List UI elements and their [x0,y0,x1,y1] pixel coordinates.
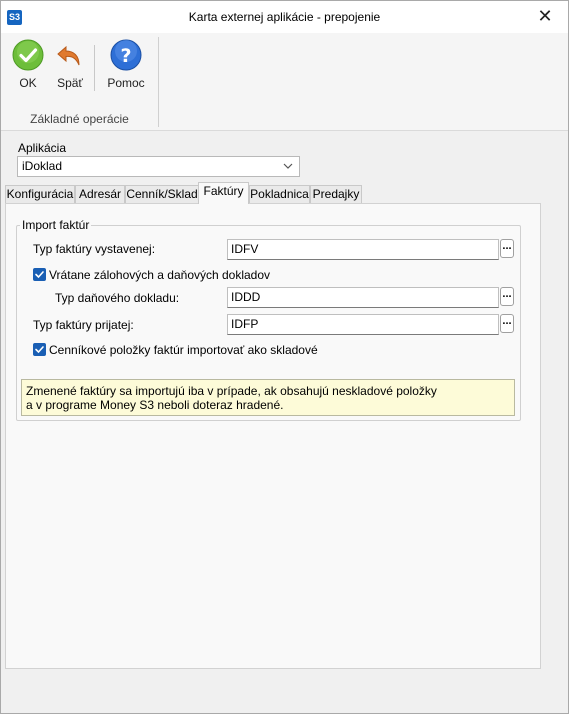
tax-document-type-field[interactable]: IDDD [227,287,499,308]
received-invoice-type-field[interactable]: IDFP [227,314,499,335]
tab-faktury[interactable]: Faktúry [198,182,249,204]
dialog-window: S3 Karta externej aplikácie - prepojenie… [0,0,569,714]
issued-invoice-type-browse-button[interactable]: ... [500,239,514,258]
info-note-line-2: a v programe Money S3 neboli doteraz hra… [26,398,284,412]
ok-label: OK [19,76,37,90]
received-invoice-type-browse-button[interactable]: ... [500,314,514,333]
include-advance-checkbox[interactable] [33,268,46,281]
info-note: Zmenené faktúry sa importujú iba v prípa… [21,379,515,416]
title-bar: S3 Karta externej aplikácie - prepojenie… [1,1,568,33]
help-question-icon: ? [110,39,142,71]
stock-items-checkbox[interactable] [33,343,46,356]
tax-document-type-label: Typ daňového dokladu: [55,291,180,305]
received-invoice-type-label: Typ faktúry prijatej: [33,318,134,332]
application-select[interactable]: iDoklad [17,156,300,177]
undo-arrow-icon [54,39,86,71]
back-label: Späť [57,76,83,90]
import-faktur-legend: Import faktúr [20,218,92,232]
tab-adresar[interactable]: Adresár [75,185,125,204]
stock-items-label[interactable]: Cenníkové položky faktúr importovať ako … [49,343,318,357]
ribbon-separator [94,45,95,91]
include-advance-label[interactable]: Vrátane zálohových a daňových dokladov [49,268,270,282]
ok-button[interactable]: OK [10,39,46,90]
ribbon-group-label: Základné operácie [30,112,129,126]
ribbon: OK Späť ? Pomoc Základné operácie [1,33,568,131]
ribbon-group-separator [158,37,159,127]
issued-invoice-type-label: Typ faktúry vystavenej: [33,242,156,256]
help-label: Pomoc [107,76,145,90]
issued-invoice-type-field[interactable]: IDFV [227,239,499,260]
svg-text:?: ? [120,45,131,67]
back-button[interactable]: Späť [52,39,88,90]
tax-document-type-browse-button[interactable]: ... [500,287,514,306]
tab-cennik-sklad[interactable]: Cenník/Sklad [125,185,199,204]
window-title: Karta externej aplikácie - prepojenie [188,10,381,24]
application-label: Aplikácia [18,141,67,155]
tab-pokladnica[interactable]: Pokladnica [249,185,310,204]
chevron-down-icon [283,157,293,183]
tab-predajky[interactable]: Predajky [310,185,362,204]
close-button[interactable]: ✕ [522,1,568,33]
info-note-line-1: Zmenené faktúry sa importujú iba v prípa… [26,384,437,398]
close-icon: ✕ [537,6,553,26]
tab-konfiguracia[interactable]: Konfigurácia [5,185,75,204]
application-select-value: iDoklad [22,159,63,173]
help-button[interactable]: ? Pomoc [105,39,147,90]
ok-check-icon [12,39,44,71]
